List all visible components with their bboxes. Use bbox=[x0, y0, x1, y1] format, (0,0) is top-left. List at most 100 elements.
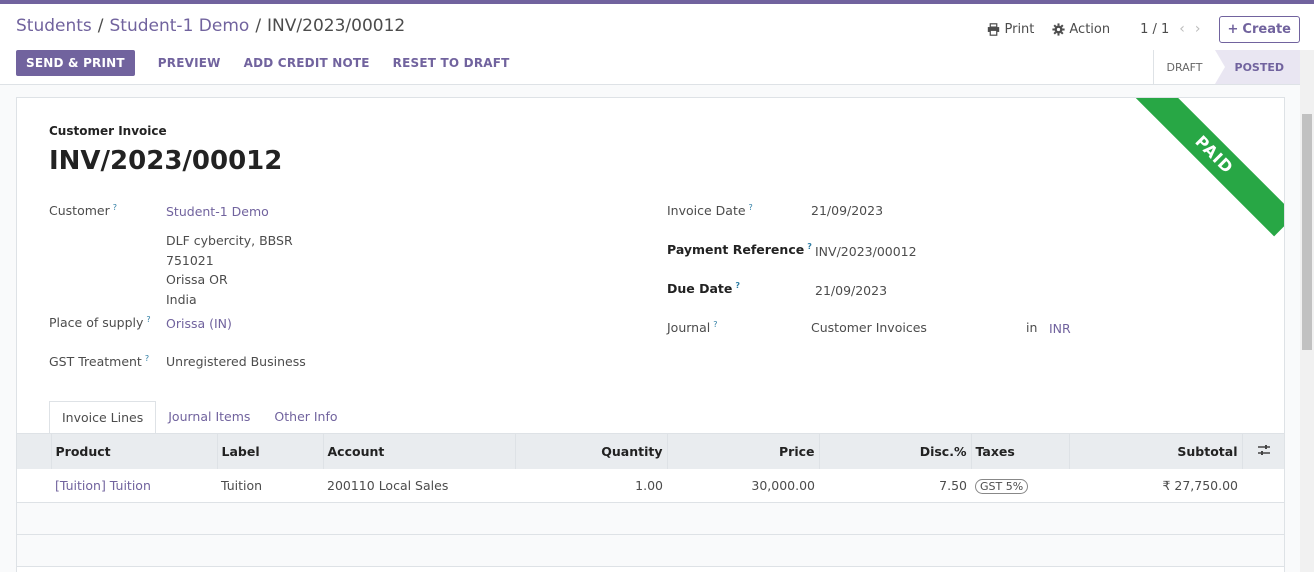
customer-field[interactable]: Student-1 Demo bbox=[166, 204, 269, 219]
address-zip: 751021 bbox=[166, 252, 214, 268]
line-account[interactable]: 200110 Local Sales bbox=[323, 469, 515, 503]
help-icon[interactable]: ? bbox=[145, 354, 149, 363]
plus-icon: + bbox=[1227, 21, 1239, 37]
payment-reference-label-text: Payment Reference bbox=[667, 242, 805, 258]
journal-label-text: Journal bbox=[667, 320, 711, 336]
customer-label-text: Customer bbox=[49, 203, 110, 219]
create-label: Create bbox=[1242, 21, 1291, 37]
invoice-number: INV/2023/00012 bbox=[49, 146, 283, 176]
breadcrumb-student[interactable]: Student-1 Demo bbox=[110, 16, 250, 36]
line-taxes[interactable]: GST 5% bbox=[971, 469, 1069, 503]
printer-icon bbox=[988, 22, 1000, 36]
reset-to-draft-button[interactable]: RESET TO DRAFT bbox=[393, 56, 510, 70]
column-header-label[interactable]: Label bbox=[216, 434, 323, 469]
tab-invoice-lines[interactable]: Invoice Lines bbox=[49, 401, 157, 434]
line-price[interactable]: 30,000.00 bbox=[667, 469, 819, 503]
action-label: Action bbox=[1069, 21, 1111, 37]
sliders-icon bbox=[1258, 445, 1271, 455]
journal-in-label: in bbox=[1026, 320, 1038, 335]
place-of-supply-label-text: Place of supply bbox=[49, 315, 144, 331]
print-label: Print bbox=[1004, 21, 1035, 37]
table-row[interactable]: [Tuition] Tuition Tuition 200110 Local S… bbox=[17, 469, 1284, 503]
breadcrumb-separator: / bbox=[255, 16, 262, 36]
tab-journal-items[interactable]: Journal Items bbox=[156, 401, 262, 434]
pager-next-icon[interactable]: › bbox=[1195, 21, 1201, 37]
tax-badge: GST 5% bbox=[975, 478, 1029, 494]
breadcrumb-students[interactable]: Students bbox=[16, 16, 92, 36]
journal-field[interactable]: Customer Invoices bbox=[811, 320, 927, 335]
breadcrumb: Students / Student-1 Demo / INV/2023/000… bbox=[16, 16, 405, 36]
column-header-product[interactable]: Product bbox=[50, 434, 217, 469]
address-country: India bbox=[166, 291, 197, 307]
help-icon[interactable]: ? bbox=[735, 281, 740, 290]
empty-row bbox=[17, 534, 1284, 567]
payment-reference-label: Payment Reference? bbox=[667, 242, 812, 257]
create-button[interactable]: + Create bbox=[1218, 15, 1300, 43]
status-posted[interactable]: POSTED bbox=[1214, 50, 1300, 84]
invoice-type: Customer Invoice bbox=[49, 124, 167, 138]
due-date-label-text: Due Date bbox=[667, 281, 733, 297]
action-buttons: SEND & PRINT PREVIEW ADD CREDIT NOTE RES… bbox=[16, 50, 510, 76]
pager-value[interactable]: 1 / 1 bbox=[1140, 22, 1169, 37]
payment-reference-field[interactable]: INV/2023/00012 bbox=[815, 244, 917, 259]
address-state: Orissa OR bbox=[166, 272, 228, 287]
line-quantity[interactable]: 1.00 bbox=[515, 469, 667, 503]
address-street: DLF cybercity, BBSR bbox=[166, 233, 293, 248]
status-bar: DRAFT POSTED bbox=[1153, 50, 1300, 84]
customer-address: DLF cybercity, BBSR 751021 Orissa OR Ind… bbox=[166, 231, 293, 309]
empty-cell bbox=[17, 534, 1284, 567]
invoice-date-field[interactable]: 21/09/2023 bbox=[811, 203, 883, 218]
empty-cell bbox=[17, 502, 1284, 535]
row-handle-header bbox=[17, 434, 51, 469]
tab-other-info[interactable]: Other Info bbox=[262, 401, 349, 434]
row-handle bbox=[17, 469, 51, 503]
column-header-discount[interactable]: Disc.% bbox=[818, 434, 971, 469]
column-header-account[interactable]: Account bbox=[322, 434, 515, 469]
due-date-label: Due Date? bbox=[667, 281, 740, 296]
scrollbar-thumb[interactable] bbox=[1302, 114, 1312, 350]
currency-field[interactable]: INR bbox=[1049, 321, 1071, 336]
action-button[interactable]: Action bbox=[1052, 22, 1110, 37]
row-spacer bbox=[1242, 469, 1284, 503]
invoice-date-label: Invoice Date? bbox=[667, 203, 753, 218]
add-credit-note-button[interactable]: ADD CREDIT NOTE bbox=[244, 56, 370, 70]
help-icon[interactable]: ? bbox=[749, 203, 753, 212]
gst-treatment-label: GST Treatment? bbox=[49, 354, 149, 369]
line-subtotal: ₹ 27,750.00 bbox=[1069, 469, 1242, 503]
preview-button[interactable]: PREVIEW bbox=[158, 56, 221, 70]
help-icon[interactable]: ? bbox=[713, 320, 717, 329]
breadcrumb-separator: / bbox=[97, 16, 104, 36]
customer-label: Customer? bbox=[49, 203, 117, 218]
pager-previous-icon[interactable]: ‹ bbox=[1179, 21, 1185, 37]
help-icon[interactable]: ? bbox=[113, 203, 117, 212]
table-header-row: Product Label Account Quantity Price Dis… bbox=[17, 434, 1284, 469]
column-header-subtotal[interactable]: Subtotal bbox=[1068, 434, 1242, 469]
status-draft[interactable]: DRAFT bbox=[1153, 50, 1215, 84]
place-of-supply-field[interactable]: Orissa (IN) bbox=[166, 316, 232, 331]
help-icon[interactable]: ? bbox=[146, 315, 150, 324]
optional-columns-toggle[interactable] bbox=[1241, 434, 1284, 469]
notebook-tabs: Invoice Lines Journal Items Other Info bbox=[49, 401, 350, 434]
column-header-price[interactable]: Price bbox=[666, 434, 819, 469]
empty-row bbox=[17, 502, 1284, 535]
send-print-button[interactable]: SEND & PRINT bbox=[16, 50, 135, 76]
gst-treatment-label-text: GST Treatment bbox=[49, 354, 142, 370]
paid-ribbon: PAID bbox=[1132, 98, 1284, 237]
top-right-controls: Print Action 1 / 1 ‹ › + Create bbox=[987, 14, 1300, 44]
line-discount[interactable]: 7.50 bbox=[819, 469, 971, 503]
column-header-taxes[interactable]: Taxes bbox=[970, 434, 1069, 469]
due-date-field[interactable]: 21/09/2023 bbox=[815, 283, 887, 298]
scrollbar[interactable] bbox=[1300, 50, 1314, 572]
breadcrumb-current: INV/2023/00012 bbox=[267, 16, 406, 36]
gear-icon bbox=[1052, 22, 1065, 36]
column-header-quantity[interactable]: Quantity bbox=[514, 434, 667, 469]
line-label[interactable]: Tuition bbox=[217, 469, 323, 503]
gst-treatment-field[interactable]: Unregistered Business bbox=[166, 354, 306, 369]
invoice-form-sheet: PAID Customer Invoice INV/2023/00012 Cus… bbox=[16, 97, 1285, 572]
place-of-supply-label: Place of supply? bbox=[49, 315, 151, 330]
journal-label: Journal? bbox=[667, 320, 717, 335]
invoice-lines-table: Product Label Account Quantity Price Dis… bbox=[17, 434, 1284, 567]
print-button[interactable]: Print bbox=[987, 22, 1034, 37]
help-icon[interactable]: ? bbox=[807, 242, 812, 251]
line-product[interactable]: [Tuition] Tuition bbox=[51, 469, 217, 503]
